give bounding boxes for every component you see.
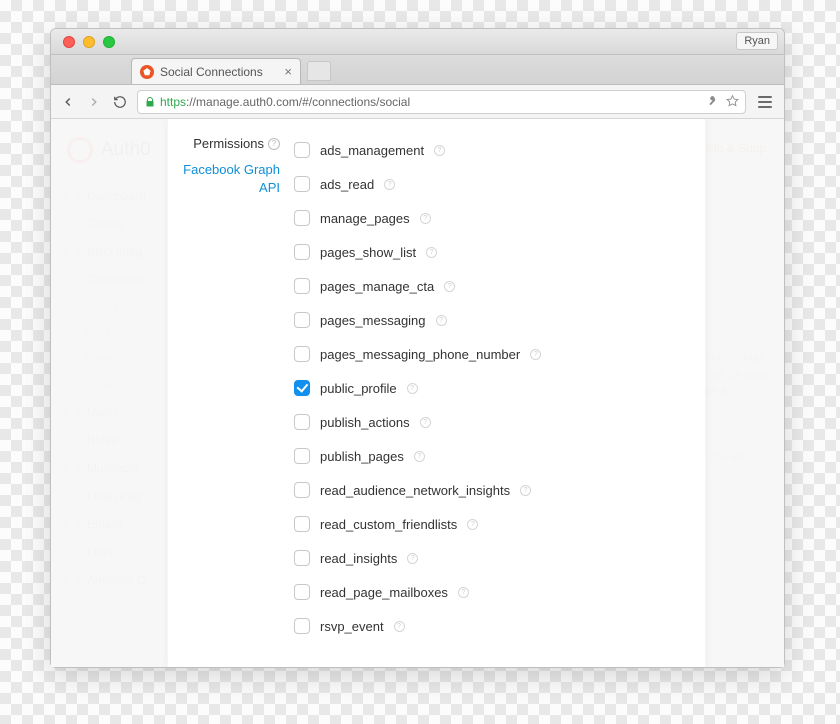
permission-row-publish_pages: publish_pages? xyxy=(294,439,685,473)
permission-label: manage_pages xyxy=(320,211,410,226)
permission-checkbox-manage_pages[interactable] xyxy=(294,210,310,226)
permission-label: read_audience_network_insights xyxy=(320,483,510,498)
permission-help-icon[interactable]: ? xyxy=(530,349,541,360)
new-tab-button[interactable] xyxy=(307,61,331,81)
maximize-window-button[interactable] xyxy=(103,36,115,48)
permission-checkbox-public_profile[interactable] xyxy=(294,380,310,396)
permission-row-pages_messaging: pages_messaging? xyxy=(294,303,685,337)
lock-icon xyxy=(144,96,156,108)
help-icon[interactable]: ? xyxy=(268,138,280,150)
permission-row-rsvp_event: rsvp_event? xyxy=(294,609,685,643)
reload-button[interactable] xyxy=(111,93,129,111)
permission-help-icon[interactable]: ? xyxy=(444,281,455,292)
permission-row-public_profile: public_profile? xyxy=(294,371,685,405)
permission-checkbox-rsvp_event[interactable] xyxy=(294,618,310,634)
permission-label: pages_messaging xyxy=(320,313,426,328)
permissions-heading-text: Permissions xyxy=(193,136,264,151)
permissions-heading: Permissions ? xyxy=(193,136,280,151)
bookmark-star-icon[interactable] xyxy=(726,94,739,110)
browser-tab-active[interactable]: Social Connections × xyxy=(131,58,301,84)
window-controls xyxy=(51,36,115,48)
permissions-panel: Permissions ? Facebook Graph API ads_man… xyxy=(167,119,706,667)
tab-title: Social Connections xyxy=(160,65,263,79)
back-button[interactable] xyxy=(59,93,77,111)
permission-help-icon[interactable]: ? xyxy=(434,145,445,156)
auth0-favicon-icon xyxy=(140,65,154,79)
permission-help-icon[interactable]: ? xyxy=(414,451,425,462)
close-window-button[interactable] xyxy=(63,36,75,48)
permission-checkbox-publish_actions[interactable] xyxy=(294,414,310,430)
macos-titlebar: Ryan xyxy=(51,29,784,55)
permission-row-manage_pages: manage_pages? xyxy=(294,201,685,235)
permission-label: pages_show_list xyxy=(320,245,416,260)
tab-close-icon[interactable]: × xyxy=(284,64,292,79)
permission-row-publish_actions: publish_actions? xyxy=(294,405,685,439)
permission-help-icon[interactable]: ? xyxy=(458,587,469,598)
browser-window: Ryan Social Connections × https ://manag… xyxy=(50,28,785,668)
permission-row-read_audience_network_insights: read_audience_network_insights? xyxy=(294,473,685,507)
permission-row-read_insights: read_insights? xyxy=(294,541,685,575)
page-content: Auth0 Help & Supp Dashboard Clients SSO … xyxy=(51,119,784,667)
permission-row-read_custom_friendlists: read_custom_friendlists? xyxy=(294,507,685,541)
permission-checkbox-pages_manage_cta[interactable] xyxy=(294,278,310,294)
permission-label: ads_read xyxy=(320,177,374,192)
facebook-graph-api-link[interactable]: Facebook Graph API xyxy=(168,161,280,197)
permission-help-icon[interactable]: ? xyxy=(407,553,418,564)
permissions-list: ads_management?ads_read?manage_pages?pag… xyxy=(294,133,685,667)
permission-row-pages_show_list: pages_show_list? xyxy=(294,235,685,269)
permission-checkbox-publish_pages[interactable] xyxy=(294,448,310,464)
permission-help-icon[interactable]: ? xyxy=(436,315,447,326)
permission-checkbox-read_custom_friendlists[interactable] xyxy=(294,516,310,532)
permission-help-icon[interactable]: ? xyxy=(520,485,531,496)
permission-row-read_page_mailboxes: read_page_mailboxes? xyxy=(294,575,685,609)
permission-row-pages_manage_cta: pages_manage_cta? xyxy=(294,269,685,303)
address-bar[interactable]: https ://manage.auth0.com/#/connections/… xyxy=(137,90,746,114)
permission-label: pages_manage_cta xyxy=(320,279,434,294)
permission-label: public_profile xyxy=(320,381,397,396)
browser-toolbar: https ://manage.auth0.com/#/connections/… xyxy=(51,85,784,119)
forward-button[interactable] xyxy=(85,93,103,111)
permission-help-icon[interactable]: ? xyxy=(384,179,395,190)
permission-help-icon[interactable]: ? xyxy=(407,383,418,394)
permission-checkbox-ads_read[interactable] xyxy=(294,176,310,192)
permission-help-icon[interactable]: ? xyxy=(394,621,405,632)
profile-chip[interactable]: Ryan xyxy=(736,32,778,50)
permission-row-pages_messaging_phone_number: pages_messaging_phone_number? xyxy=(294,337,685,371)
permission-checkbox-read_page_mailboxes[interactable] xyxy=(294,584,310,600)
permission-checkbox-read_insights[interactable] xyxy=(294,550,310,566)
url-scheme: https xyxy=(160,95,186,109)
permission-checkbox-ads_management[interactable] xyxy=(294,142,310,158)
permission-checkbox-pages_messaging[interactable] xyxy=(294,312,310,328)
permission-row-ads_read: ads_read? xyxy=(294,167,685,201)
url-path: ://manage.auth0.com/#/connections/social xyxy=(186,95,410,109)
permission-row-ads_management: ads_management? xyxy=(294,133,685,167)
permission-label: pages_messaging_phone_number xyxy=(320,347,520,362)
permission-help-icon[interactable]: ? xyxy=(420,417,431,428)
permission-label: publish_pages xyxy=(320,449,404,464)
permission-help-icon[interactable]: ? xyxy=(426,247,437,258)
permission-checkbox-read_audience_network_insights[interactable] xyxy=(294,482,310,498)
password-key-icon[interactable] xyxy=(707,94,720,110)
permission-help-icon[interactable]: ? xyxy=(420,213,431,224)
panel-label-column: Permissions ? Facebook Graph API xyxy=(168,133,294,667)
permission-checkbox-pages_show_list[interactable] xyxy=(294,244,310,260)
permission-label: read_page_mailboxes xyxy=(320,585,448,600)
permission-label: read_insights xyxy=(320,551,397,566)
minimize-window-button[interactable] xyxy=(83,36,95,48)
permission-label: publish_actions xyxy=(320,415,410,430)
permission-label: read_custom_friendlists xyxy=(320,517,457,532)
permission-label: ads_management xyxy=(320,143,424,158)
browser-menu-button[interactable] xyxy=(754,91,776,113)
permission-label: rsvp_event xyxy=(320,619,384,634)
permission-help-icon[interactable]: ? xyxy=(467,519,478,530)
permission-checkbox-pages_messaging_phone_number[interactable] xyxy=(294,346,310,362)
browser-tabstrip: Social Connections × xyxy=(51,55,784,85)
